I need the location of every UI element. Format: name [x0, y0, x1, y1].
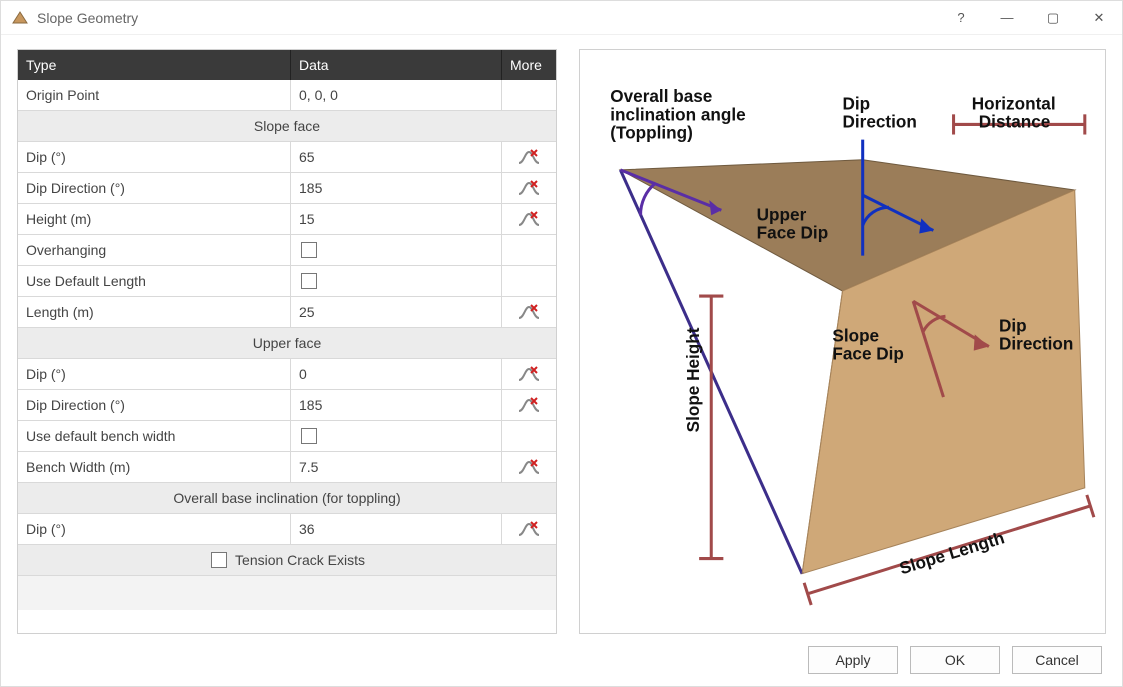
origin-label: Origin Point — [18, 80, 291, 110]
distribution-icon — [517, 458, 541, 476]
bi-dip-label: Dip (°) — [18, 514, 291, 544]
distribution-icon — [517, 396, 541, 414]
row-uf-dip: Dip (°) 0 — [18, 359, 556, 390]
grid-header: Type Data More — [18, 50, 556, 80]
sf-dipdir-dist[interactable] — [502, 173, 556, 203]
section-upper-face: Upper face — [18, 328, 556, 359]
cancel-button[interactable]: Cancel — [1012, 646, 1102, 674]
uf-usedefbw-label: Use default bench width — [18, 421, 291, 451]
row-uf-usedefbw: Use default bench width — [18, 421, 556, 452]
origin-value[interactable]: 0, 0, 0 — [291, 80, 502, 110]
maximize-button[interactable]: ▢ — [1030, 1, 1076, 35]
content-area: Type Data More Origin Point 0, 0, 0 Slop… — [1, 35, 1122, 634]
sf-dip-label: Dip (°) — [18, 142, 291, 172]
tension-crack-checkbox[interactable] — [211, 552, 227, 568]
distribution-icon — [517, 520, 541, 538]
distribution-icon — [517, 179, 541, 197]
distribution-icon — [517, 210, 541, 228]
distribution-icon — [517, 148, 541, 166]
sf-length-value[interactable]: 25 — [291, 297, 502, 327]
diagram-panel: Overall base inclination angle (Toppling… — [579, 49, 1106, 634]
ok-button[interactable]: OK — [910, 646, 1000, 674]
sf-usedeflen-checkbox[interactable] — [301, 273, 317, 289]
uf-dip-dist[interactable] — [502, 359, 556, 389]
label-hdist: Horizontal Distance — [972, 93, 1061, 131]
uf-dipdir-value[interactable]: 185 — [291, 390, 502, 420]
row-tension-crack: Tension Crack Exists — [18, 545, 556, 576]
row-sf-dip: Dip (°) 65 — [18, 142, 556, 173]
sf-height-dist[interactable] — [502, 204, 556, 234]
sf-height-label: Height (m) — [18, 204, 291, 234]
label-slope-height: Slope Height — [683, 327, 703, 432]
uf-dip-value[interactable]: 0 — [291, 359, 502, 389]
grid-body: Origin Point 0, 0, 0 Slope face Dip (°) … — [18, 80, 556, 633]
label-toppling: Overall base inclination angle (Toppling… — [610, 86, 750, 142]
sf-dip-dist[interactable] — [502, 142, 556, 172]
slope-diagram: Overall base inclination angle (Toppling… — [580, 50, 1105, 633]
close-button[interactable]: ✕ — [1076, 1, 1122, 35]
sf-dip-value[interactable]: 65 — [291, 142, 502, 172]
sf-dipdir-label: Dip Direction (°) — [18, 173, 291, 203]
sf-length-dist[interactable] — [502, 297, 556, 327]
row-sf-overhanging: Overhanging — [18, 235, 556, 266]
uf-dipdir-label: Dip Direction (°) — [18, 390, 291, 420]
parameter-grid: Type Data More Origin Point 0, 0, 0 Slop… — [17, 49, 557, 634]
uf-benchwidth-label: Bench Width (m) — [18, 452, 291, 482]
label-dipdir-top: Dip Direction — [843, 93, 917, 131]
apply-button[interactable]: Apply — [808, 646, 898, 674]
row-sf-length: Length (m) 25 — [18, 297, 556, 328]
row-sf-usedeflen: Use Default Length — [18, 266, 556, 297]
distribution-icon — [517, 365, 541, 383]
bi-dip-value[interactable]: 36 — [291, 514, 502, 544]
bi-dip-dist[interactable] — [502, 514, 556, 544]
window-title: Slope Geometry — [37, 10, 138, 26]
row-uf-dipdir: Dip Direction (°) 185 — [18, 390, 556, 421]
titlebar: Slope Geometry ? — ▢ ✕ — [1, 1, 1122, 35]
row-sf-dipdir: Dip Direction (°) 185 — [18, 173, 556, 204]
distribution-icon — [517, 303, 541, 321]
row-bi-dip: Dip (°) 36 — [18, 514, 556, 545]
uf-usedefbw-checkbox[interactable] — [301, 428, 317, 444]
grid-filler — [18, 576, 556, 610]
uf-dipdir-dist[interactable] — [502, 390, 556, 420]
button-bar: Apply OK Cancel — [1, 634, 1122, 686]
uf-benchwidth-dist[interactable] — [502, 452, 556, 482]
col-more: More — [502, 50, 556, 80]
help-button[interactable]: ? — [938, 1, 984, 35]
section-slope-face: Slope face — [18, 111, 556, 142]
sf-overhanging-label: Overhanging — [18, 235, 291, 265]
section-base-incl: Overall base inclination (for toppling) — [18, 483, 556, 514]
uf-benchwidth-value[interactable]: 7.5 — [291, 452, 502, 482]
minimize-button[interactable]: — — [984, 1, 1030, 35]
sf-usedeflen-label: Use Default Length — [18, 266, 291, 296]
sf-overhanging-checkbox[interactable] — [301, 242, 317, 258]
row-uf-benchwidth: Bench Width (m) 7.5 — [18, 452, 556, 483]
col-data: Data — [291, 50, 502, 80]
col-type: Type — [18, 50, 291, 80]
row-sf-height: Height (m) 15 — [18, 204, 556, 235]
uf-dip-label: Dip (°) — [18, 359, 291, 389]
dialog-window: Slope Geometry ? — ▢ ✕ Type Data More Or… — [0, 0, 1123, 687]
app-icon — [11, 9, 29, 27]
sf-dipdir-value[interactable]: 185 — [291, 173, 502, 203]
sf-height-value[interactable]: 15 — [291, 204, 502, 234]
sf-length-label: Length (m) — [18, 297, 291, 327]
row-origin: Origin Point 0, 0, 0 — [18, 80, 556, 111]
tension-crack-label: Tension Crack Exists — [235, 552, 365, 568]
